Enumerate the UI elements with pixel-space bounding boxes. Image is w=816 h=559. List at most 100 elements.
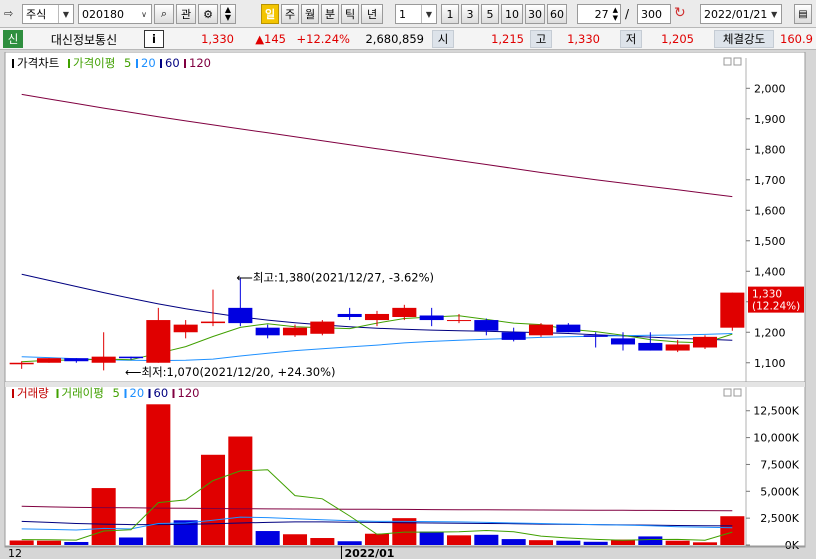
volume-tick-label: 12,500K (753, 405, 799, 418)
candle-body (446, 320, 472, 322)
calendar-icon: ▤ (798, 8, 808, 20)
candle-body (583, 335, 608, 337)
legend-marker (184, 59, 186, 68)
calendar-button[interactable]: ▤ (794, 4, 812, 24)
interval-select[interactable]: 1 ▼ (395, 4, 437, 24)
candle-body (528, 324, 554, 336)
legend-label: 가격이평 (73, 56, 115, 70)
candle-body (364, 313, 390, 321)
legend-label: 거래량 (17, 386, 49, 400)
unit-3-button[interactable]: 3 (461, 4, 479, 24)
legend-label: 60 (154, 386, 169, 400)
unit-30-button[interactable]: 30 (525, 4, 545, 24)
unit-1-button[interactable]: 1 (441, 4, 459, 24)
volume-bar (200, 454, 226, 545)
stock-name: 대신정보통신 (50, 32, 118, 47)
view-count-value: 27 (594, 7, 609, 21)
low-price: 1,205 (661, 32, 694, 46)
unit-60-button[interactable]: 60 (547, 4, 567, 24)
volume-bar (364, 533, 390, 545)
legend-marker (12, 59, 14, 68)
unit-10-button[interactable]: 10 (501, 4, 523, 24)
high-annotation: ⟵최고:1,380(2021/12/27, -3.62%) (236, 270, 434, 284)
spinner-icon[interactable]: ▲ ▼ (613, 6, 618, 22)
candle-body (9, 362, 34, 365)
candle-body (474, 320, 499, 331)
chevron-down-icon: ∨ (141, 9, 147, 19)
tab-label: 틱 (344, 8, 356, 21)
candle-body (118, 356, 144, 359)
volume-bar (692, 542, 718, 545)
unit-label: 30 (528, 7, 542, 21)
high-price: 1,330 (567, 32, 600, 46)
tab-label: 일 (264, 8, 276, 21)
tab-year[interactable]: 년 (361, 4, 383, 24)
settings-button[interactable]: ⚙ (198, 4, 218, 24)
x-month-label: 2022/01 (344, 547, 394, 559)
candle-body (337, 313, 362, 318)
stock-code-input[interactable]: 020180 ∨ (78, 4, 152, 24)
unit-label: 60 (550, 7, 564, 21)
volume-bar (446, 535, 472, 545)
volume-bar (91, 488, 116, 545)
volume-bar (638, 536, 663, 545)
refresh-icon[interactable]: ↻ (674, 5, 692, 23)
tab-week[interactable]: 주 (281, 4, 299, 24)
current-price: 1,330 (201, 32, 234, 46)
price-tick-label: 1,700 (754, 174, 786, 187)
stock-code-value: 020180 (82, 7, 124, 21)
candle-body (228, 307, 253, 324)
legend-label: 20 (130, 386, 145, 400)
search-button[interactable]: ⌕ (154, 4, 174, 24)
legend-label: 120 (178, 386, 200, 400)
market-select[interactable]: 주식 ▼ (22, 4, 74, 24)
low-label: 저 (620, 30, 642, 48)
high-label: 고 (530, 30, 552, 48)
price-tick-label: 2,000 (754, 82, 786, 95)
x-tick-label: 12 (8, 547, 22, 559)
tab-tick[interactable]: 틱 (341, 4, 359, 24)
price-change: ▲145 (255, 32, 286, 46)
volume-bar (64, 541, 89, 545)
price-tick-label: 1,900 (754, 113, 786, 126)
low-annotation: ⟵최저:1,070(2021/12/20, +24.30%) (125, 365, 336, 379)
interest-button[interactable]: 관 (176, 4, 196, 24)
gear-icon: ⚙ (203, 7, 213, 21)
tab-label: 분 (324, 8, 336, 21)
candle-body (720, 292, 745, 328)
unit-label: 1 (446, 7, 454, 21)
legend-label: 5 (113, 386, 120, 400)
date-picker[interactable]: 2022/01/21 ▼ (700, 4, 782, 24)
interval-value: 1 (399, 7, 406, 21)
legend-label: 20 (141, 56, 156, 70)
legend-marker (124, 389, 127, 398)
candle-body (665, 344, 690, 351)
tab-minute[interactable]: 분 (321, 4, 339, 24)
tab-day[interactable]: 일 (261, 4, 279, 24)
volume-bar (474, 534, 499, 545)
total-count-input[interactable]: 300 (637, 4, 671, 24)
view-count-input[interactable]: 27 ▲ ▼ (577, 4, 621, 24)
volume-bar (720, 516, 745, 545)
last-change-label: (12.24%) (752, 301, 800, 313)
candle-body (638, 342, 663, 351)
tab-month[interactable]: 월 (301, 4, 319, 24)
info-button[interactable]: i (144, 30, 164, 48)
volume-tick-label: 7,500K (760, 458, 799, 471)
candle-body (419, 315, 444, 321)
toolbar: ⇨ 주식 ▼ 020180 ∨ ⌕ 관 ⚙ ▲ ▼ 일 주 월 분 틱 년 1 … (0, 0, 816, 28)
candle-body (200, 321, 226, 324)
legend-marker (148, 389, 151, 398)
panel-close-icon (733, 57, 742, 66)
price-tick-label: 1,500 (754, 235, 786, 248)
date-value: 2022/01/21 (704, 7, 768, 21)
volume-bar (9, 540, 34, 545)
tab-label: 년 (366, 8, 378, 21)
link-icon[interactable]: ⇨ (4, 7, 20, 21)
search-icon: ⌕ (160, 7, 168, 20)
updown-spinner[interactable]: ▲ ▼ (220, 4, 236, 24)
unit-5-button[interactable]: 5 (481, 4, 499, 24)
stock-chart[interactable]: 1,1001,2001,3001,4001,5001,6001,7001,800… (0, 52, 816, 559)
candle-body (310, 321, 335, 334)
panel-close-icon (733, 388, 742, 397)
